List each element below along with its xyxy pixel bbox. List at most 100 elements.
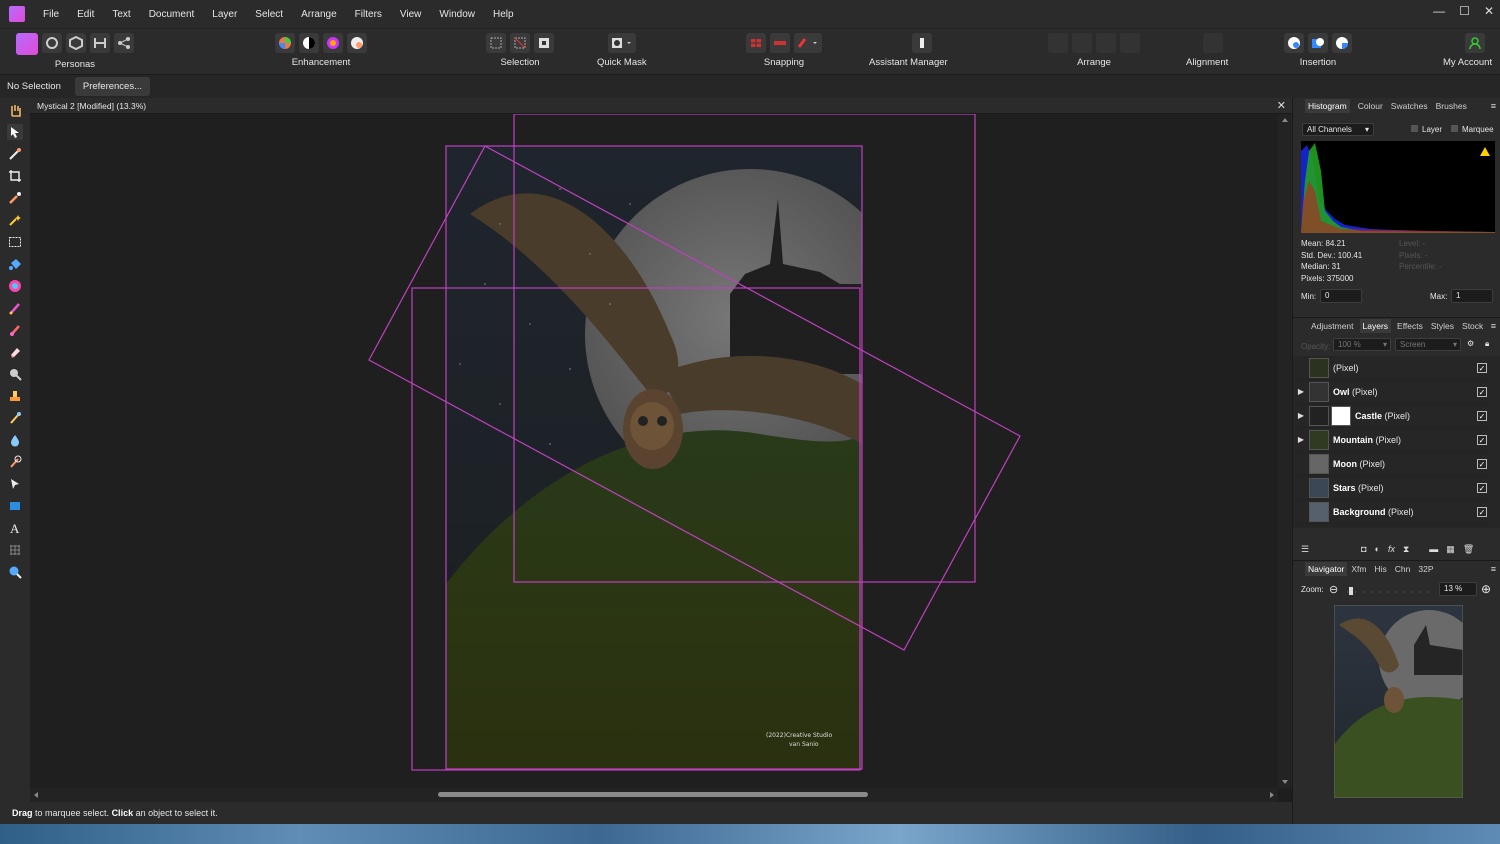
insert-top-icon[interactable] [1308,33,1328,53]
assistant-manager-icon[interactable] [912,33,933,53]
lock-icon[interactable]: 🔒︎ [1485,339,1489,349]
zoom-tool-icon[interactable] [7,564,23,580]
menu-view[interactable]: View [400,9,422,20]
select-all-icon[interactable] [486,33,506,53]
layer-visibility-checkbox[interactable]: ✓ [1477,362,1487,373]
dodge-brush-tool-icon[interactable] [7,366,23,382]
group-folder-icon[interactable]: ▬ [1429,544,1438,554]
max-input[interactable]: 1 [1451,289,1493,303]
snapping-magnet-icon[interactable] [794,33,822,53]
close-document-icon[interactable]: ✕ [1277,99,1286,112]
tab-brushes[interactable]: Brushes [1436,101,1467,111]
tab-history[interactable]: His [1375,564,1387,574]
gradient-tool-icon[interactable] [7,278,23,294]
tab-effects[interactable]: Effects [1397,321,1423,331]
tab-layers[interactable]: Layers [1359,318,1392,333]
layer-visibility-checkbox[interactable]: ✓ [1477,458,1487,469]
crop-tool-icon[interactable] [7,168,23,184]
menu-edit[interactable]: Edit [77,9,94,20]
flood-select-tool-icon[interactable] [7,212,23,228]
menu-select[interactable]: Select [255,9,283,20]
move-tool-icon[interactable] [7,124,23,140]
alignment-icon[interactable] [1203,33,1224,53]
flood-fill-tool-icon[interactable] [7,256,23,272]
document-tab-title[interactable]: Mystical 2 [Modified] (13.3%) [37,101,146,111]
fx-icon[interactable]: fx [1388,544,1395,554]
smudge-tool-icon[interactable] [7,454,23,470]
tab-adjustment[interactable]: Adjustment [1311,321,1354,331]
colour-replacement-tool-icon[interactable] [7,322,23,338]
paint-brush-tool-icon[interactable] [7,300,23,316]
zoom-out-icon[interactable]: ⊖ [1329,583,1338,596]
move-back-one-icon[interactable] [1072,33,1092,53]
layer-visibility-checkbox[interactable]: ✓ [1477,434,1487,445]
vertical-scrollbar[interactable] [1278,114,1292,788]
export-persona-icon[interactable] [114,33,134,53]
menu-document[interactable]: Document [149,9,195,20]
clone-brush-tool-icon[interactable] [7,388,23,404]
tone-mapping-persona-icon[interactable] [90,33,110,53]
mask-layer-icon[interactable]: ◘ [1361,544,1366,554]
zoom-slider[interactable] [1345,586,1435,596]
zoom-in-icon[interactable]: ⊕ [1481,582,1491,596]
layers-panel-menu-icon[interactable]: ≡ [1491,321,1496,331]
quick-mask-icon[interactable] [607,33,636,53]
horizontal-scrollbar[interactable] [30,788,1278,802]
layer-row-background[interactable]: Background (Pixel) ✓ [1293,500,1491,524]
pen-tool-icon[interactable] [7,476,23,492]
close-button[interactable]: ✕ [1484,4,1494,18]
expand-arrow-icon[interactable]: ▶ [1293,387,1309,396]
deselect-icon[interactable] [510,33,530,53]
menu-help[interactable]: Help [493,9,514,20]
tab-stock[interactable]: Stock [1462,321,1483,331]
menu-filters[interactable]: Filters [355,9,382,20]
snapping-guides-icon[interactable] [770,33,790,53]
menu-arrange[interactable]: Arrange [301,9,337,20]
min-input[interactable]: 0 [1320,289,1362,303]
zoom-value-field[interactable]: 13 % [1439,582,1477,596]
layer-row-moon[interactable]: Moon (Pixel) ✓ [1293,452,1491,476]
colour-picker-tool-icon[interactable] [7,146,23,162]
adjustment-icon[interactable]: ◐ [1375,544,1380,554]
blemish-removal-tool-icon[interactable] [7,410,23,426]
tab-32bit-preview[interactable]: 32P [1418,564,1433,574]
tab-styles[interactable]: Styles [1431,321,1454,331]
rectangle-tool-icon[interactable] [7,498,23,514]
auto-levels-icon[interactable] [275,33,295,53]
move-front-icon[interactable] [1120,33,1140,53]
blur-brush-tool-icon[interactable] [7,432,23,448]
layer-visibility-checkbox[interactable]: ✓ [1477,506,1487,517]
menu-window[interactable]: Window [439,9,475,20]
expand-arrow-icon[interactable]: ▶ [1293,411,1309,420]
add-pixel-layer-icon[interactable]: ▦ [1446,544,1455,555]
artistic-text-tool-icon[interactable]: A [7,520,23,536]
selection-brush-tool-icon[interactable] [7,190,23,206]
tab-swatches[interactable]: Swatches [1391,101,1428,111]
expand-arrow-icon[interactable]: ▶ [1293,435,1309,444]
auto-contrast-icon[interactable] [299,33,319,53]
layer-row[interactable]: (Pixel) ✓ [1293,356,1491,380]
develop-persona-icon[interactable] [66,33,86,53]
rectangular-marquee-tool-icon[interactable] [7,234,23,250]
tab-transform[interactable]: Xfm [1351,564,1366,574]
channel-dropdown[interactable]: All Channels ▾ [1302,123,1374,136]
layers-stack-icon[interactable]: ☰ [1301,544,1309,555]
insert-behind-icon[interactable] [1284,33,1304,53]
move-back-icon[interactable] [1048,33,1068,53]
canvas-viewport[interactable]: (2022)Creative Studio van Sanio [30,114,1278,788]
layer-visibility-checkbox[interactable]: ✓ [1477,482,1487,493]
preferences-button[interactable]: Preferences... [74,77,151,96]
maximize-button[interactable]: ☐ [1459,4,1470,18]
layer-row-owl[interactable]: ▶ Owl (Pixel) ✓ [1293,380,1491,404]
auto-white-balance-icon[interactable] [347,33,367,53]
auto-colours-icon[interactable] [323,33,343,53]
insert-inside-icon[interactable] [1332,33,1352,53]
navigator-thumbnail[interactable] [1334,605,1463,798]
tab-channels[interactable]: Chn [1395,564,1411,574]
tab-histogram[interactable]: Histogram [1305,99,1350,113]
live-filter-icon[interactable]: ⧗ [1403,544,1409,555]
hand-tool-icon[interactable] [7,102,23,118]
layer-checkbox[interactable]: Layer [1411,125,1442,134]
layer-row-mountain[interactable]: ▶ Mountain (Pixel) ✓ [1293,428,1491,452]
liquify-persona-icon[interactable] [42,33,62,53]
